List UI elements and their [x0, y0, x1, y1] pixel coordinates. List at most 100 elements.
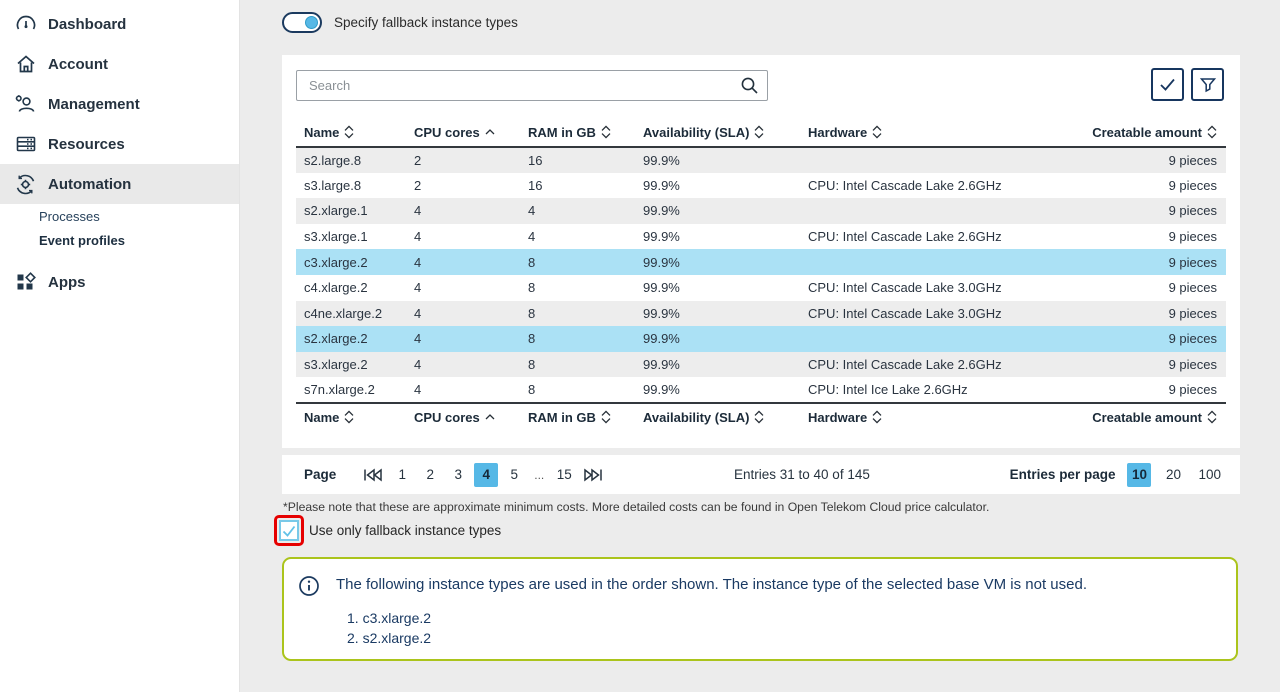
- table-row[interactable]: c4.xlarge.24899.9%CPU: Intel Cascade Lak…: [296, 275, 1226, 301]
- cell-sla: 99.9%: [643, 275, 808, 301]
- sidebar-item-dashboard[interactable]: Dashboard: [0, 4, 239, 44]
- use-fallback-row: Use only fallback instance types: [274, 515, 501, 546]
- sidebar-item-account[interactable]: Account: [0, 44, 239, 84]
- page-button-1[interactable]: 1: [390, 463, 414, 487]
- column-header-creatable-amount[interactable]: Creatable amount: [1058, 403, 1226, 432]
- column-label: Name: [304, 125, 339, 140]
- sidebar-item-label: Account: [48, 56, 108, 73]
- sort-icon: [601, 410, 611, 424]
- cell-ram: 8: [528, 326, 643, 352]
- last-page-icon[interactable]: [580, 463, 606, 487]
- cell-name: s2.xlarge.1: [296, 198, 414, 224]
- column-header-hardware[interactable]: Hardware: [808, 403, 1058, 432]
- page-button-3[interactable]: 3: [446, 463, 470, 487]
- gauge-icon: [14, 13, 37, 36]
- cell-amount: 9 pieces: [1058, 301, 1226, 327]
- table-row[interactable]: s3.large.821699.9%CPU: Intel Cascade Lak…: [296, 173, 1226, 199]
- column-header-hardware[interactable]: Hardware: [808, 119, 1058, 147]
- table-row[interactable]: s2.xlarge.14499.9%9 pieces: [296, 198, 1226, 224]
- use-fallback-checkbox[interactable]: [279, 520, 299, 541]
- sidebar-item-apps[interactable]: Apps: [0, 262, 239, 302]
- use-fallback-label: Use only fallback instance types: [309, 523, 501, 538]
- info-box: The following instance types are used in…: [282, 557, 1238, 661]
- table-row[interactable]: s2.large.821699.9%9 pieces: [296, 147, 1226, 173]
- table-row[interactable]: s7n.xlarge.24899.9%CPU: Intel Ice Lake 2…: [296, 377, 1226, 403]
- column-label: Hardware: [808, 410, 867, 425]
- cell-amount: 9 pieces: [1058, 326, 1226, 352]
- cell-name: s3.large.8: [296, 173, 414, 199]
- sort-icon: [754, 125, 764, 139]
- table-row[interactable]: s2.xlarge.24899.9%9 pieces: [296, 326, 1226, 352]
- cell-ram: 16: [528, 147, 643, 173]
- table-row[interactable]: c4ne.xlarge.24899.9%CPU: Intel Cascade L…: [296, 301, 1226, 327]
- cell-ram: 16: [528, 173, 643, 199]
- per-page-option-10[interactable]: 10: [1127, 463, 1151, 487]
- column-label: CPU cores: [414, 125, 480, 140]
- cell-cpu: 4: [414, 249, 528, 275]
- filter-button[interactable]: [1191, 68, 1224, 101]
- cell-amount: 9 pieces: [1058, 147, 1226, 173]
- per-page-option-20[interactable]: 20: [1161, 463, 1185, 487]
- cell-sla: 99.9%: [643, 147, 808, 173]
- table-row[interactable]: s3.xlarge.24899.9%CPU: Intel Cascade Lak…: [296, 352, 1226, 378]
- column-header-cpu-cores[interactable]: CPU cores: [414, 119, 528, 147]
- sort-icon: [754, 410, 764, 424]
- cell-cpu: 2: [414, 173, 528, 199]
- cell-cpu: 2: [414, 147, 528, 173]
- pagination-bar: Page 12345...15 Entries 31 to 40 of 145 …: [282, 455, 1240, 494]
- column-header-ram-in-gb[interactable]: RAM in GB: [528, 119, 643, 147]
- cell-cpu: 4: [414, 352, 528, 378]
- column-label: CPU cores: [414, 410, 480, 425]
- sidebar-subitem-processes[interactable]: Processes: [0, 204, 239, 228]
- info-icon: [298, 575, 320, 597]
- automation-icon: [14, 173, 37, 196]
- cell-cpu: 4: [414, 377, 528, 403]
- entries-per-page-label: Entries per page: [1010, 467, 1116, 482]
- page-label: Page: [304, 467, 336, 482]
- cell-cpu: 4: [414, 326, 528, 352]
- sort-icon: [872, 125, 882, 139]
- confirm-selection-button[interactable]: [1151, 68, 1184, 101]
- sidebar-item-management[interactable]: Management: [0, 84, 239, 124]
- column-label: RAM in GB: [528, 410, 596, 425]
- cell-name: c4ne.xlarge.2: [296, 301, 414, 327]
- column-header-name[interactable]: Name: [296, 119, 414, 147]
- per-page-option-100[interactable]: 100: [1195, 463, 1224, 487]
- column-header-cpu-cores[interactable]: CPU cores: [414, 403, 528, 432]
- table-row[interactable]: c3.xlarge.24899.9%9 pieces: [296, 249, 1226, 275]
- cell-amount: 9 pieces: [1058, 275, 1226, 301]
- sort-icon: [344, 410, 354, 424]
- instance-types-card: Name CPU cores RAM in GB Availability (S…: [282, 55, 1240, 448]
- cell-sla: 99.9%: [643, 326, 808, 352]
- column-header-availability-sla-[interactable]: Availability (SLA): [643, 403, 808, 432]
- cell-cpu: 4: [414, 198, 528, 224]
- sidebar-item-resources[interactable]: Resources: [0, 124, 239, 164]
- cell-hardware: [808, 326, 1058, 352]
- page-button-15[interactable]: 15: [552, 463, 576, 487]
- sidebar-item-label: Apps: [48, 274, 86, 291]
- sort-ascending-icon: [485, 410, 495, 424]
- search-input[interactable]: [296, 70, 768, 101]
- specify-fallback-toggle[interactable]: [282, 12, 322, 33]
- fallback-order-item: 2. s2.xlarge.2: [347, 628, 431, 648]
- annotation-highlight-box: [274, 515, 304, 546]
- sidebar-item-automation[interactable]: Automation: [0, 164, 239, 204]
- page-button-5[interactable]: 5: [502, 463, 526, 487]
- users-icon: [14, 93, 37, 116]
- column-header-ram-in-gb[interactable]: RAM in GB: [528, 403, 643, 432]
- column-header-name[interactable]: Name: [296, 403, 414, 432]
- sidebar-item-label: Resources: [48, 136, 125, 153]
- table-footer-header-row: Name CPU cores RAM in GB Availability (S…: [296, 403, 1226, 432]
- page-button-2[interactable]: 2: [418, 463, 442, 487]
- column-header-creatable-amount[interactable]: Creatable amount: [1058, 119, 1226, 147]
- page-button-4[interactable]: 4: [474, 463, 498, 487]
- column-header-availability-sla-[interactable]: Availability (SLA): [643, 119, 808, 147]
- table-row[interactable]: s3.xlarge.14499.9%CPU: Intel Cascade Lak…: [296, 224, 1226, 250]
- first-page-icon[interactable]: [360, 463, 386, 487]
- cell-name: c3.xlarge.2: [296, 249, 414, 275]
- cell-amount: 9 pieces: [1058, 352, 1226, 378]
- cell-hardware: CPU: Intel Ice Lake 2.6GHz: [808, 377, 1058, 403]
- sidebar-subitem-event-profiles[interactable]: Event profiles: [0, 228, 239, 252]
- cell-amount: 9 pieces: [1058, 249, 1226, 275]
- sidebar: Dashboard Account Management Resources: [0, 0, 240, 692]
